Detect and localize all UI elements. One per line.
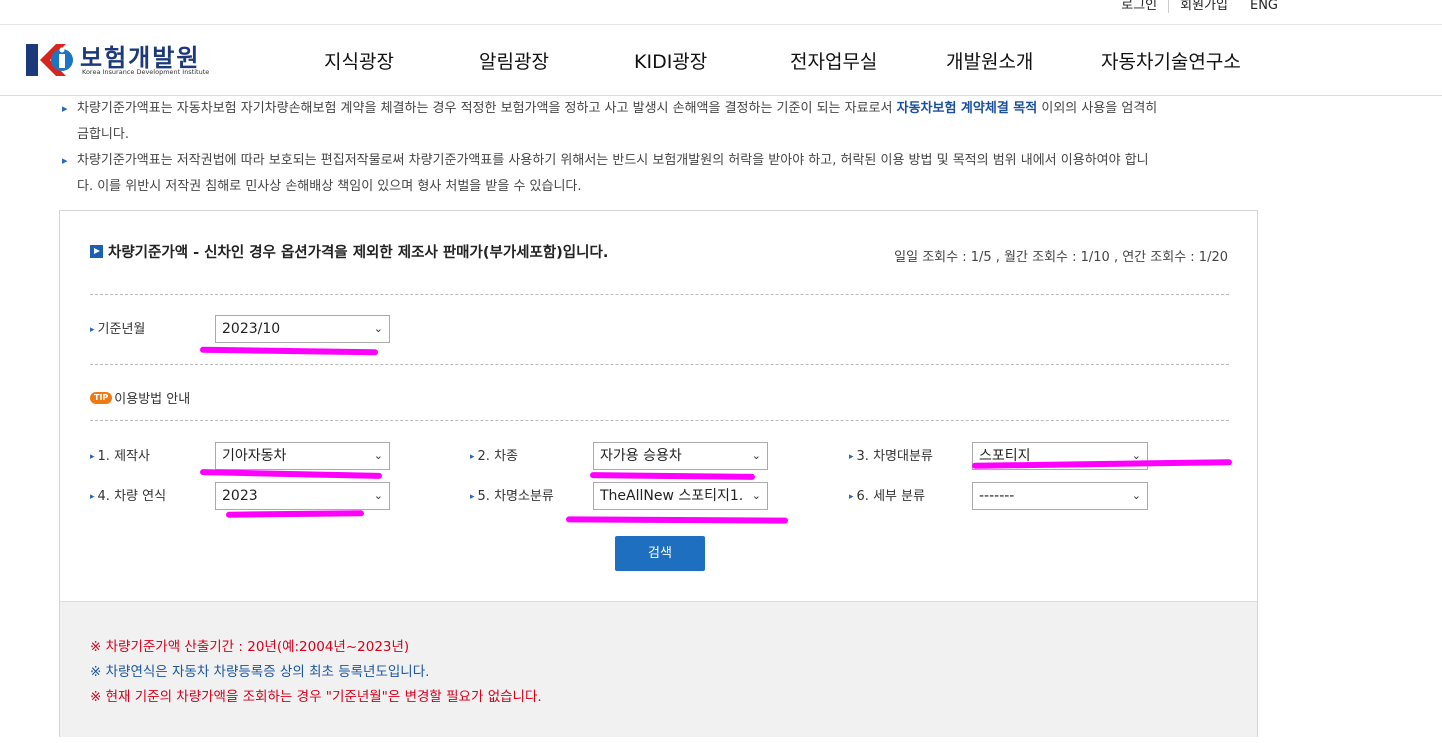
model-year-select[interactable]: 2023 ⌄ <box>215 482 390 510</box>
notes-box: ※ 차량기준가액 산출기간 : 20년(예:2004년~2023년) ※ 차량연… <box>60 601 1257 737</box>
annotation-underline <box>565 516 789 524</box>
divider <box>90 294 1229 295</box>
base-month-select[interactable]: 2023/10 ⌄ <box>215 315 390 343</box>
usage-guide-link[interactable]: TIP 이용방법 안내 <box>90 388 190 407</box>
signup-link[interactable]: 회원가입 <box>1169 0 1239 15</box>
login-link[interactable]: 로그인 <box>1110 0 1168 15</box>
note-base-month: ※ 현재 기준의 차량가액을 조회하는 경우 "기준년월"은 변경할 필요가 없… <box>90 689 542 705</box>
vehicle-type-select[interactable]: 자가용 승용차 ⌄ <box>593 442 768 470</box>
play-square-icon <box>90 245 103 258</box>
model-minor-label: ▸ 5. 차명소분류 <box>470 489 554 504</box>
top-utility-bar: 로그인 회원가입 ENG <box>0 0 1442 25</box>
annotation-underline <box>199 469 383 479</box>
nav-notice[interactable]: 알림광장 <box>479 47 549 74</box>
site-header: 보험개발원 Korea Insurance Development Instit… <box>0 25 1442 96</box>
detail-class-label: ▸ 6. 세부 분류 <box>849 489 926 504</box>
nav-kidi[interactable]: KIDI광장 <box>634 47 707 74</box>
manufacturer-select[interactable]: 기아자동차 ⌄ <box>215 442 390 470</box>
divider <box>90 420 1229 421</box>
divider <box>90 364 1229 365</box>
chevron-down-icon: ⌄ <box>373 449 383 462</box>
vehicle-value-panel: 차량기준가액 - 신차인 경우 옵션가격을 제외한 제조사 판매가(부가세포함)… <box>59 210 1258 737</box>
search-button[interactable]: 검색 <box>615 536 705 571</box>
note-model-year: ※ 차량연식은 자동차 차량등록증 상의 최초 등록년도입니다. <box>90 664 430 680</box>
chevron-down-icon: ⌄ <box>751 449 761 462</box>
nav-about[interactable]: 개발원소개 <box>946 47 1033 74</box>
query-counts: 일일 조회수 : 1/5 , 월간 조회수 : 1/10 , 연간 조회수 : … <box>894 250 1228 265</box>
detail-class-select[interactable]: ------- ⌄ <box>972 482 1148 510</box>
nav-knowledge[interactable]: 지식광장 <box>324 47 394 74</box>
usage-notice: 차량기준가액표는 자동차보험 자기차량손해보험 계약을 체결하는 경우 적정한 … <box>62 96 1262 200</box>
panel-title: 차량기준가액 - 신차인 경우 옵션가격을 제외한 제조사 판매가(부가세포함)… <box>90 241 608 262</box>
notice-item: 차량기준가액표는 자동차보험 자기차량손해보험 계약을 체결하는 경우 적정한 … <box>62 96 1262 148</box>
notice-item: 차량기준가액표는 저작권법에 따라 보호되는 편집저작물로써 차량기준가액표를 … <box>62 148 1262 200</box>
model-minor-select[interactable]: TheAllNew 스포티지1. ⌄ <box>593 482 768 510</box>
base-month-label: ▸ 기준년월 <box>90 322 146 337</box>
model-major-label: ▸ 3. 차명대분류 <box>849 449 933 464</box>
nav-e-office[interactable]: 전자업무실 <box>790 47 877 74</box>
annotation-underline <box>199 346 379 356</box>
manufacturer-label: ▸ 1. 제작사 <box>90 449 150 464</box>
english-link[interactable]: ENG <box>1239 0 1289 15</box>
top-links: 로그인 회원가입 ENG <box>1110 0 1289 15</box>
annotation-underline <box>589 472 756 480</box>
nav-auto-research[interactable]: 자동차기술연구소 <box>1101 47 1241 74</box>
chevron-down-icon: ⌄ <box>373 489 383 502</box>
notice-highlight: 자동차보험 계약체결 목적 <box>896 101 1038 116</box>
chevron-down-icon: ⌄ <box>1131 489 1141 502</box>
chevron-down-icon: ⌄ <box>373 322 383 335</box>
tip-badge: TIP <box>90 391 113 404</box>
vehicle-type-label: ▸ 2. 차종 <box>470 449 518 464</box>
annotation-underline <box>225 510 365 518</box>
main-nav: 지식광장 알림광장 KIDI광장 전자업무실 개발원소개 자동차기술연구소 <box>0 47 1442 77</box>
model-year-label: ▸ 4. 차량 연식 <box>90 489 167 504</box>
chevron-down-icon: ⌄ <box>751 489 761 502</box>
note-period: ※ 차량기준가액 산출기간 : 20년(예:2004년~2023년) <box>90 639 410 655</box>
